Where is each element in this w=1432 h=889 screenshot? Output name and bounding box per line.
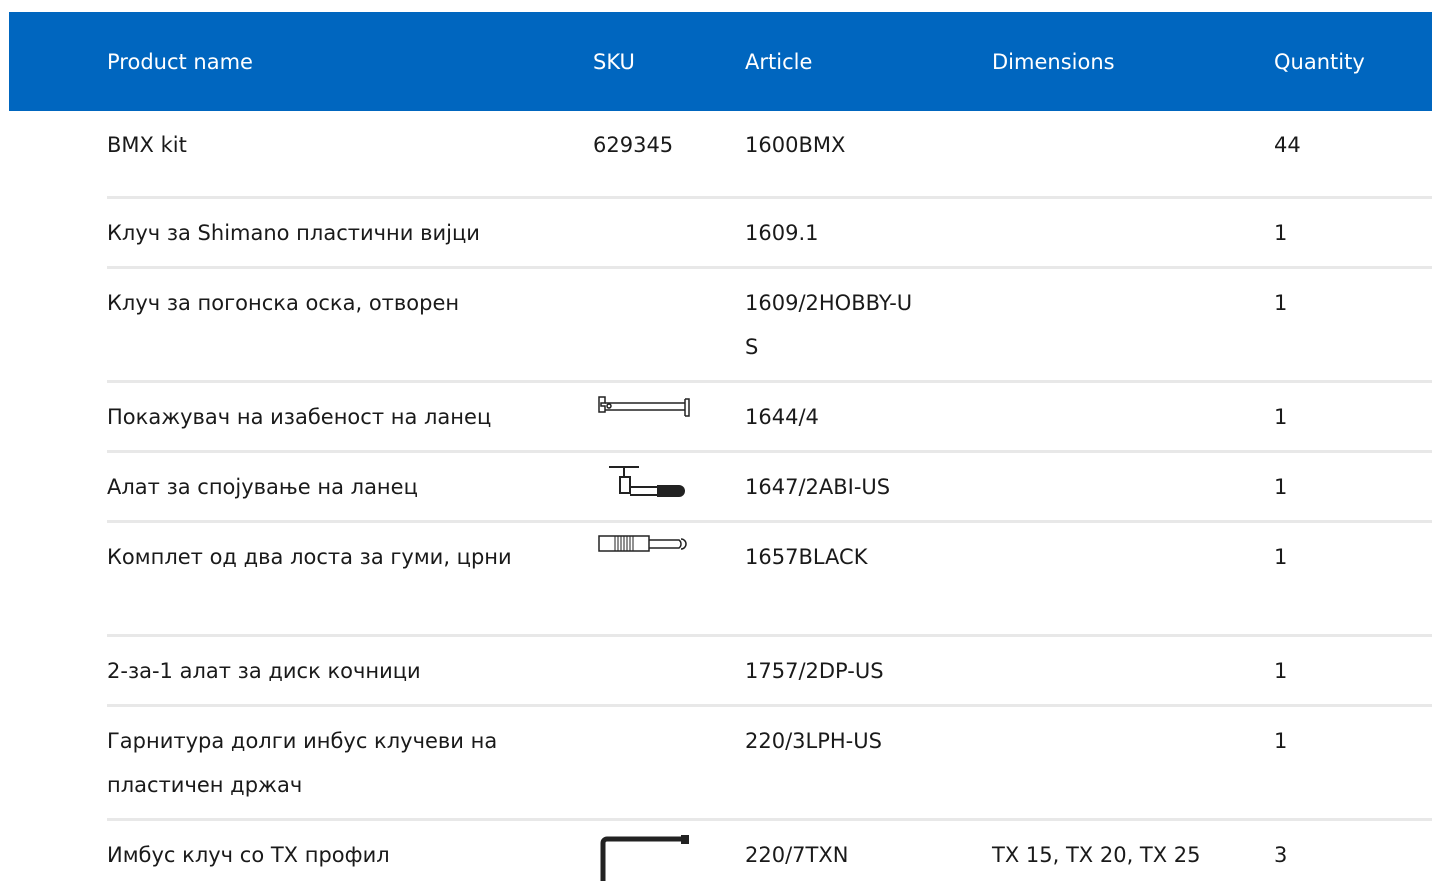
product-name[interactable]: Клуч за Shimano пластични вијци (107, 199, 593, 255)
dimensions (992, 199, 1274, 211)
table-row: Клуч за погонска оска, отворен 1609/2HOB… (9, 267, 1432, 383)
product-thumbnail (593, 453, 745, 501)
article: 1600BMX (745, 133, 846, 157)
article: 1647/2ABI-US (745, 474, 891, 499)
header-product-name[interactable]: Product name (107, 12, 593, 111)
article: 220/7TXN (745, 842, 849, 867)
article: 220/3LPH-US (745, 728, 882, 753)
product-table-container: Product name SKU Article Dimensions Quan… (9, 12, 1432, 889)
header-article[interactable]: Article (745, 12, 992, 111)
product-thumbnail (593, 383, 745, 429)
dimensions (992, 707, 1274, 719)
table-row: Имбус клуч со ТХ профил 220/7TXN TX 15, … (9, 819, 1432, 889)
header-dimensions[interactable]: Dimensions (992, 12, 1274, 111)
product-name[interactable]: Гарнитура долги инбус клучеви на пластич… (107, 707, 527, 807)
row-spacer (9, 521, 107, 635)
row-spacer (9, 111, 107, 197)
chain-wear-gauge-icon (598, 395, 690, 417)
product-name[interactable]: Имбус клуч со ТХ профил (107, 821, 593, 877)
table-row: BMX kit 629345 1600BMX 44 (9, 111, 1432, 199)
sku (593, 637, 745, 649)
quantity: 1 (1274, 474, 1288, 499)
product-thumbnail (593, 523, 745, 555)
article: 1609/2HOBBY-US (745, 290, 913, 359)
quantity: 3 (1274, 842, 1288, 867)
header-sku[interactable]: SKU (593, 12, 745, 111)
quantity: 1 (1274, 728, 1288, 753)
table-row: Покажувач на изабеност на ланец 1644/4 1 (9, 381, 1432, 453)
row-spacer (9, 381, 107, 451)
row-spacer (9, 451, 107, 521)
table-header-row: Product name SKU Article Dimensions Quan… (9, 12, 1432, 111)
product-table: Product name SKU Article Dimensions Quan… (9, 12, 1432, 889)
article: 1657BLACK (745, 544, 868, 569)
dimensions (992, 111, 1274, 123)
sku (593, 269, 745, 281)
row-spacer (9, 819, 107, 889)
product-thumbnail (593, 821, 745, 881)
product-name[interactable]: Клуч за погонска оска, отворен (107, 269, 593, 325)
article: 1609.1 (745, 220, 819, 245)
table-row: Клуч за Shimano пластични вијци 1609.1 1 (9, 197, 1432, 269)
row-spacer (9, 267, 107, 381)
quantity: 44 (1274, 133, 1301, 157)
header-spacer (9, 12, 107, 111)
product-name[interactable]: BMX kit (107, 111, 593, 167)
dimensions (992, 523, 1274, 535)
dimensions (992, 383, 1274, 395)
sku (593, 707, 745, 719)
quantity: 1 (1274, 404, 1288, 429)
quantity: 1 (1274, 658, 1288, 683)
table-row: Гарнитура долги инбус клучеви на пластич… (9, 705, 1432, 821)
dimensions (992, 269, 1274, 281)
row-spacer (9, 705, 107, 819)
article: 1644/4 (745, 404, 819, 429)
dimensions (992, 637, 1274, 649)
product-name[interactable]: Комплет од два лоста за гуми, црни (107, 523, 527, 579)
quantity: 1 (1274, 544, 1288, 569)
row-spacer (9, 197, 107, 267)
header-quantity[interactable]: Quantity (1274, 12, 1432, 111)
sku (593, 199, 745, 211)
torx-key-icon (600, 834, 689, 881)
product-name[interactable]: 2-за-1 алат за диск кочници (107, 637, 593, 693)
table-row: 2-за-1 алат за диск кочници 1757/2DP-US … (9, 635, 1432, 707)
dimensions: TX 15, TX 20, TX 25 (992, 842, 1201, 867)
product-name[interactable]: Алат за спојување на ланец (107, 453, 593, 509)
tire-lever-icon (598, 534, 687, 552)
quantity: 1 (1274, 220, 1288, 245)
chain-tool-icon (609, 465, 685, 497)
dimensions (992, 453, 1274, 465)
table-row: Комплет од два лоста за гуми, црни 1657B… (9, 521, 1432, 637)
sku: 629345 (593, 133, 674, 157)
table-row: Алат за спојување на ланец 1647/2ABI-US … (9, 451, 1432, 523)
row-spacer (9, 635, 107, 705)
product-name[interactable]: Покажувач на изабеност на ланец (107, 383, 593, 439)
article: 1757/2DP-US (745, 658, 884, 683)
quantity: 1 (1274, 290, 1288, 315)
